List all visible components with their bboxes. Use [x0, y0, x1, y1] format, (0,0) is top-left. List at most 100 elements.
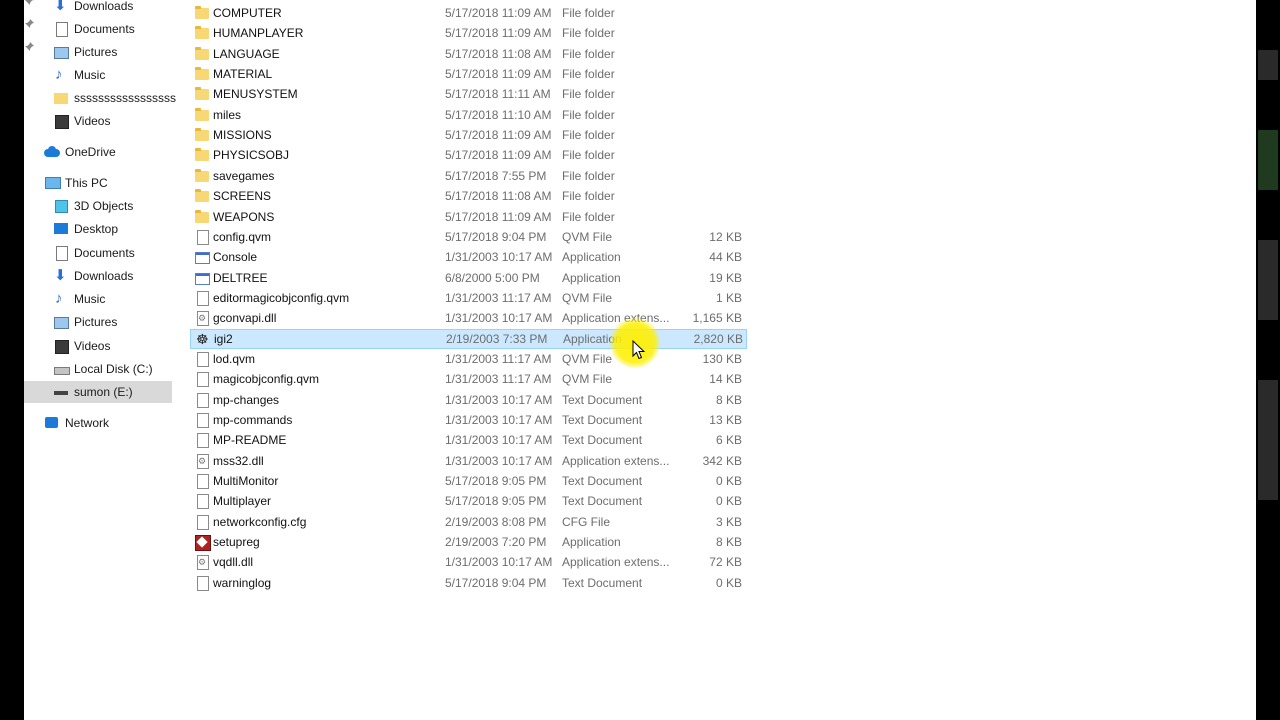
- file-row[interactable]: Multiplayer 5/17/2018 9:05 PM Text Documen…: [190, 491, 745, 511]
- nav-item-videos[interactable]: Videos: [53, 110, 110, 132]
- file-row[interactable]: mp-commands 1/31/2003 10:17 AM Text Docume…: [190, 410, 745, 430]
- nav-item-label: Videos: [74, 114, 111, 128]
- file-row[interactable]: igi22/19/2003 7:33 PMApplication2,820 KB: [190, 328, 747, 349]
- nav-item-label: 3D Objects: [74, 199, 134, 213]
- nav-item-pictures[interactable]: Pictures: [53, 41, 117, 63]
- file-name: DELTREE: [213, 270, 268, 285]
- music-icon: [53, 288, 69, 310]
- file-row[interactable]: savegames 5/17/2018 7:55 PM File folder: [190, 166, 745, 186]
- file-row[interactable]: MP-README 1/31/2003 10:17 AM Text Document…: [190, 430, 745, 450]
- file-row[interactable]: MISSIONS 5/17/2018 11:09 AM File folder: [190, 125, 745, 145]
- file-date-modified: 5/17/2018 7:55 PM: [445, 168, 547, 183]
- nav-item-videos[interactable]: Videos: [53, 335, 110, 357]
- folder-icon: [194, 46, 210, 62]
- file-size: 0 KB: [715, 474, 742, 489]
- application-icon: [194, 249, 210, 265]
- nav-item-downloads[interactable]: Downloads: [53, 265, 133, 287]
- nav-item-desktop[interactable]: Desktop: [53, 218, 118, 240]
- file-row[interactable]: PHYSICSOBJ 5/17/2018 11:09 AM File folder: [190, 145, 745, 165]
- file-row[interactable]: DELTREE 6/8/2000 5:00 PM Application 19 KB: [190, 268, 745, 288]
- nav-item-downloads[interactable]: Downloads: [53, 0, 133, 17]
- file-row[interactable]: MultiMonitor 5/17/2018 9:05 PM Text Docume…: [190, 471, 745, 491]
- file-row[interactable]: mss32.dll 1/31/2003 10:17 AM Application e…: [190, 451, 745, 471]
- file-name: MENUSYSTEM: [213, 87, 298, 102]
- nav-item-music[interactable]: Music: [53, 64, 105, 86]
- file-row[interactable]: setupreg 2/19/2003 7:20 PM Application 8 KB: [190, 532, 745, 552]
- file-row[interactable]: mp-changes 1/31/2003 10:17 AM Text Documen…: [190, 390, 745, 410]
- nav-item-network[interactable]: Network: [44, 412, 109, 434]
- file-date-modified: 1/31/2003 11:17 AM: [445, 290, 552, 305]
- file-size: 342 KB: [702, 453, 742, 468]
- file-type: Application: [562, 270, 621, 285]
- file-size: 14 KB: [709, 372, 742, 387]
- pin-icon[interactable]: [24, 0, 34, 9]
- file-row[interactable]: COMPUTER 5/17/2018 11:09 AM File folder: [190, 3, 745, 23]
- nav-item-pictures[interactable]: Pictures: [53, 311, 117, 333]
- file-type: File folder: [562, 209, 615, 224]
- pin-icon[interactable]: [24, 18, 34, 32]
- folder-icon: [194, 5, 210, 21]
- folder-icon: [194, 66, 210, 82]
- file-size: 0 KB: [715, 494, 742, 509]
- folder-icon: [194, 25, 210, 41]
- nav-item-documents[interactable]: Documents: [53, 18, 135, 40]
- file-row[interactable]: lod.qvm 1/31/2003 11:17 AM QVM File 130 KB: [190, 349, 745, 369]
- folder-icon: [194, 168, 210, 184]
- file-type: QVM File: [562, 290, 613, 305]
- mouse-pointer-icon: [632, 340, 646, 360]
- file-type: Application: [562, 535, 621, 550]
- nav-item-sumon-e[interactable]: sumon (E:): [24, 381, 172, 403]
- file-name: config.qvm: [213, 229, 272, 244]
- file-row[interactable]: gconvapi.dll1/31/2003 10:17 AMApplicatio…: [190, 308, 745, 328]
- file-row[interactable]: editormagicobjconfig.qvm 1/31/2003 11:17 …: [190, 288, 745, 308]
- file-row[interactable]: networkconfig.cfg 2/19/2003 8:08 PM CFG Fi…: [190, 512, 745, 532]
- nav-item-onedrive[interactable]: OneDrive: [44, 141, 116, 163]
- file-row[interactable]: SCREENS 5/17/2018 11:08 AM File folder: [190, 186, 745, 206]
- file-row[interactable]: Console 1/31/2003 10:17 AM Application 44 K…: [190, 247, 745, 267]
- file-size: 72 KB: [709, 555, 742, 570]
- file-type: Application: [562, 250, 621, 265]
- file-type: File folder: [562, 6, 615, 20]
- file-name: MISSIONS: [213, 128, 272, 143]
- file-name: savegames: [213, 168, 275, 183]
- file-row[interactable]: config.qvm 5/17/2018 9:04 PM QVM File 12 KB: [190, 227, 745, 247]
- file-row[interactable]: MATERIAL 5/17/2018 11:09 AM File folder: [190, 64, 745, 84]
- nav-item-label: Network: [65, 416, 110, 430]
- nav-item-local-disk-c[interactable]: Local Disk (C:): [53, 358, 153, 380]
- folder-icon: [194, 209, 210, 225]
- pictures-icon: [53, 44, 69, 60]
- file-row[interactable]: miles 5/17/2018 11:10 AM File folder: [190, 105, 745, 125]
- file-name: igi2: [214, 331, 233, 346]
- file-size: 0 KB: [715, 575, 742, 590]
- desktop-icon: [53, 221, 69, 237]
- file-row[interactable]: LANGUAGE 5/17/2018 11:08 AM File folder: [190, 44, 745, 64]
- pin-icon[interactable]: [24, 41, 34, 55]
- file-type: Text Document: [562, 413, 643, 427]
- file-row[interactable]: vqdll.dll 1/31/2003 10:17 AM Application e…: [190, 552, 745, 572]
- file-date-modified: 5/17/2018 11:09 AM: [445, 67, 552, 82]
- nav-item-music[interactable]: Music: [53, 288, 105, 310]
- file-row[interactable]: warninglog 5/17/2018 9:04 PM Text Document…: [190, 573, 745, 593]
- file-row[interactable]: HUMANPLAYER 5/17/2018 11:09 AM File folder: [190, 23, 745, 43]
- dll-gear-icon: [194, 554, 210, 571]
- file-type: File folder: [562, 148, 615, 163]
- file-name: HUMANPLAYER: [213, 26, 304, 41]
- file-date-modified: 2/19/2003 7:20 PM: [445, 535, 547, 550]
- file-name: gconvapi.dll: [213, 311, 277, 326]
- nav-item-3d-objects[interactable]: 3D Objects: [53, 195, 133, 217]
- file-name: setupreg: [213, 535, 260, 550]
- nav-item-label: Music: [74, 68, 106, 82]
- file-row[interactable]: magicobjconfig.qvm 1/31/2003 11:17 AM QVM …: [190, 369, 745, 389]
- nav-item-documents[interactable]: Documents: [53, 242, 135, 264]
- hard-disk-icon: [53, 361, 70, 377]
- file-date-modified: 1/31/2003 10:17 AM: [445, 250, 553, 265]
- file-type: File folder: [562, 67, 615, 82]
- document-icon: [194, 351, 210, 367]
- file-row[interactable]: MENUSYSTEM 5/17/2018 11:11 AM File folder: [190, 84, 745, 104]
- nav-item-this-pc[interactable]: This PC: [44, 172, 108, 194]
- nav-item-label: sumon (E:): [74, 385, 133, 399]
- file-row[interactable]: WEAPONS 5/17/2018 11:09 AM File folder: [190, 207, 745, 227]
- file-date-modified: 5/17/2018 11:08 AM: [445, 189, 552, 204]
- nav-item-sssssssssssssssssssss[interactable]: sssssssssssssssssssss: [53, 87, 176, 109]
- file-explorer-window: Downloads Documents Pictures Music sssssssss…: [0, 0, 1280, 720]
